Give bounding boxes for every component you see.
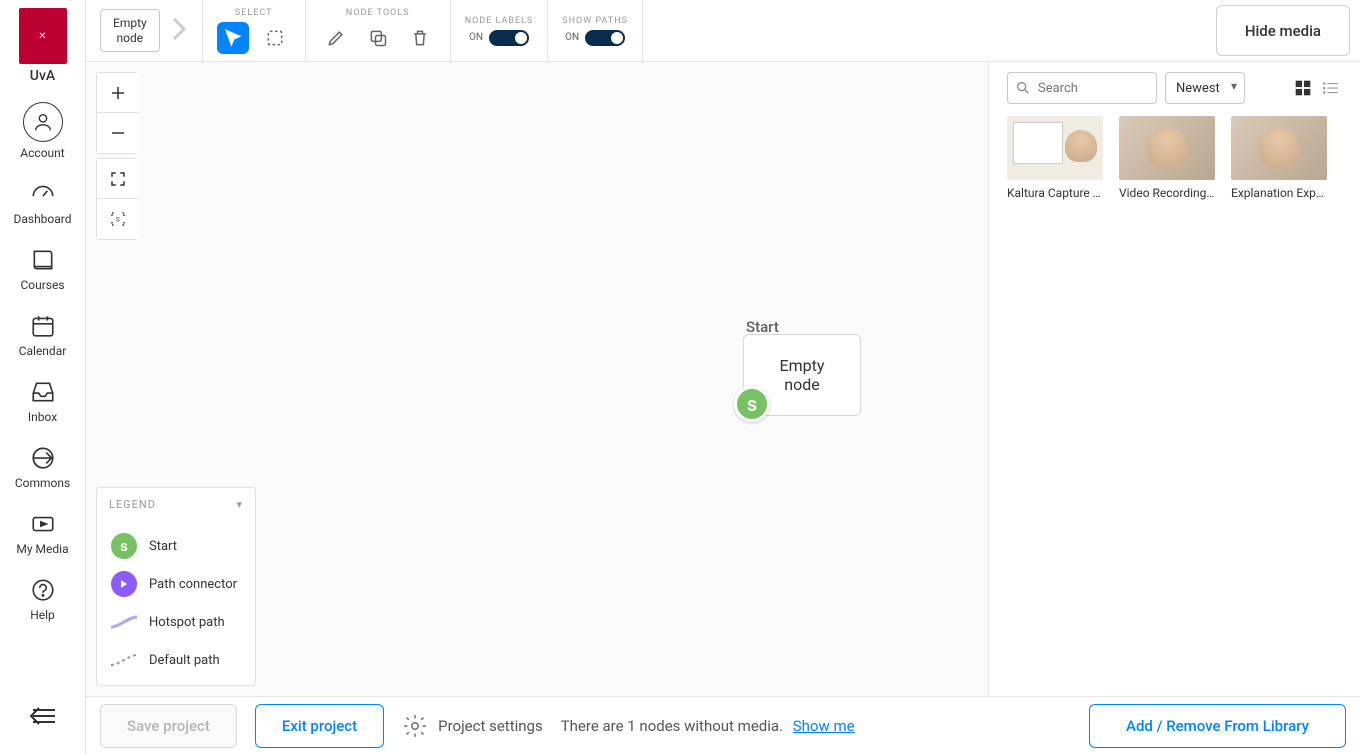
node-labels-state: ON <box>469 32 483 43</box>
sidebar-item-mymedia[interactable]: My Media <box>0 500 86 566</box>
show-paths-toggle[interactable] <box>585 30 625 46</box>
zoom-in-button[interactable] <box>97 73 139 113</box>
toolbar-node-tools-group: NODE TOOLS <box>306 0 451 61</box>
exit-project-button[interactable]: Exit project <box>255 704 384 748</box>
edit-button[interactable] <box>320 22 352 54</box>
toolbar-show-paths-group: SHOW PATHS ON <box>548 0 643 61</box>
svg-text:S: S <box>116 215 120 223</box>
gear-icon <box>402 713 428 739</box>
sidebar-item-inbox[interactable]: Inbox <box>0 368 86 434</box>
commons-icon <box>29 444 57 472</box>
status-text: There are 1 nodes without media. Show me <box>561 717 855 735</box>
add-remove-library-button[interactable]: Add / Remove From Library <box>1089 704 1346 748</box>
fit-selection-button[interactable]: S <box>97 199 139 239</box>
nav-label: My Media <box>16 542 68 556</box>
delete-button[interactable] <box>404 22 436 54</box>
hide-media-button[interactable]: Hide media <box>1216 5 1350 56</box>
sidebar-item-calendar[interactable]: Calendar <box>0 302 86 368</box>
toolbar-node-labels-group: NODE LABELS ON <box>451 0 549 61</box>
media-thumbnail <box>1007 116 1103 180</box>
fit-screen-button[interactable] <box>97 159 139 199</box>
breadcrumb: Empty node <box>86 0 203 61</box>
select-pointer-button[interactable] <box>217 22 249 54</box>
top-toolbar: Empty node SELECT NODE TOOLS <box>86 0 1360 62</box>
sidebar-item-account[interactable]: Account <box>0 92 86 170</box>
toolbar-select-group: SELECT <box>203 0 306 61</box>
help-icon <box>29 576 57 604</box>
select-marquee-button[interactable] <box>259 22 291 54</box>
show-paths-state: ON <box>565 32 579 43</box>
copy-button[interactable] <box>362 22 394 54</box>
brand-name: UvA <box>30 68 55 84</box>
legend-row-start: s Start <box>97 527 255 565</box>
save-project-button: Save project <box>100 704 237 748</box>
legend-row-default: Default path <box>97 641 255 679</box>
settings-label: Project settings <box>438 717 543 735</box>
media-title: Video Recording … <box>1119 186 1215 200</box>
chevron-right-icon <box>170 15 188 47</box>
project-settings-button[interactable]: Project settings <box>402 713 543 739</box>
search-icon <box>1015 80 1031 96</box>
legend-toggle[interactable]: LEGEND ▾ <box>97 488 255 521</box>
nav-label: Inbox <box>28 410 57 424</box>
media-panel: Newest Kaltura Capture r… Video Recordin… <box>988 62 1360 696</box>
legend-label: Hotspot path <box>149 615 225 630</box>
media-thumbnail <box>1231 116 1327 180</box>
gauge-icon <box>29 180 57 208</box>
canvas[interactable]: S Start Empty node s LEGEND ▾ s Start Pa… <box>86 62 988 696</box>
node-line1: Empty <box>780 356 825 375</box>
uva-logo-icon: ✕ <box>19 8 67 64</box>
sidebar-item-help[interactable]: Help <box>0 566 86 632</box>
legend-panel: LEGEND ▾ s Start Path connector Hotspot … <box>96 487 256 686</box>
show-me-link[interactable]: Show me <box>793 717 855 735</box>
bc-line2: node <box>113 31 147 45</box>
legend-row-connector: Path connector <box>97 565 255 603</box>
sidebar-item-courses[interactable]: Courses <box>0 236 86 302</box>
book-icon <box>29 246 57 274</box>
node-labels-label: NODE LABELS <box>465 16 534 26</box>
select-label: SELECT <box>235 8 273 18</box>
media-item[interactable]: Explanation Expr… <box>1231 116 1327 200</box>
sidebar-collapse[interactable] <box>0 696 86 736</box>
zoom-out-button[interactable] <box>97 113 139 153</box>
start-badge-icon: s <box>734 386 770 422</box>
legend-label: Path connector <box>149 577 237 592</box>
bc-line1: Empty <box>113 16 147 30</box>
nav-label: Commons <box>15 476 70 490</box>
media-title: Kaltura Capture r… <box>1007 186 1103 200</box>
media-icon <box>29 510 57 538</box>
media-title: Explanation Expr… <box>1231 186 1327 200</box>
chevron-down-icon: ▾ <box>236 498 243 511</box>
nav-label: Help <box>30 608 55 622</box>
nav-label: Calendar <box>19 344 67 358</box>
sidebar: ✕ UvA Account Dashboard Courses Calendar… <box>0 0 86 754</box>
nav-label: Courses <box>20 278 64 292</box>
media-thumbnail <box>1119 116 1215 180</box>
nav-label: Dashboard <box>13 212 71 226</box>
sidebar-item-dashboard[interactable]: Dashboard <box>0 170 86 236</box>
calendar-icon <box>29 312 57 340</box>
node-tools-label: NODE TOOLS <box>346 8 410 18</box>
show-paths-label: SHOW PATHS <box>562 16 628 26</box>
legend-label: Default path <box>149 653 220 668</box>
user-icon <box>23 102 63 142</box>
zoom-panel: S <box>96 72 138 240</box>
inbox-icon <box>29 378 57 406</box>
node-labels-toggle[interactable] <box>489 30 529 46</box>
legend-row-hotspot: Hotspot path <box>97 603 255 641</box>
nav-label: Account <box>20 146 64 160</box>
media-sort-select[interactable]: Newest <box>1165 72 1245 104</box>
bottom-bar: Save project Exit project Project settin… <box>86 696 1360 754</box>
legend-title: LEGEND <box>109 498 156 511</box>
list-view-button[interactable] <box>1320 77 1342 99</box>
breadcrumb-node[interactable]: Empty node <box>100 9 160 52</box>
grid-view-button[interactable] <box>1292 77 1314 99</box>
legend-label: Start <box>149 539 177 554</box>
media-item[interactable]: Kaltura Capture r… <box>1007 116 1103 200</box>
media-item[interactable]: Video Recording … <box>1119 116 1215 200</box>
node-line2: node <box>784 375 819 394</box>
sidebar-item-commons[interactable]: Commons <box>0 434 86 500</box>
